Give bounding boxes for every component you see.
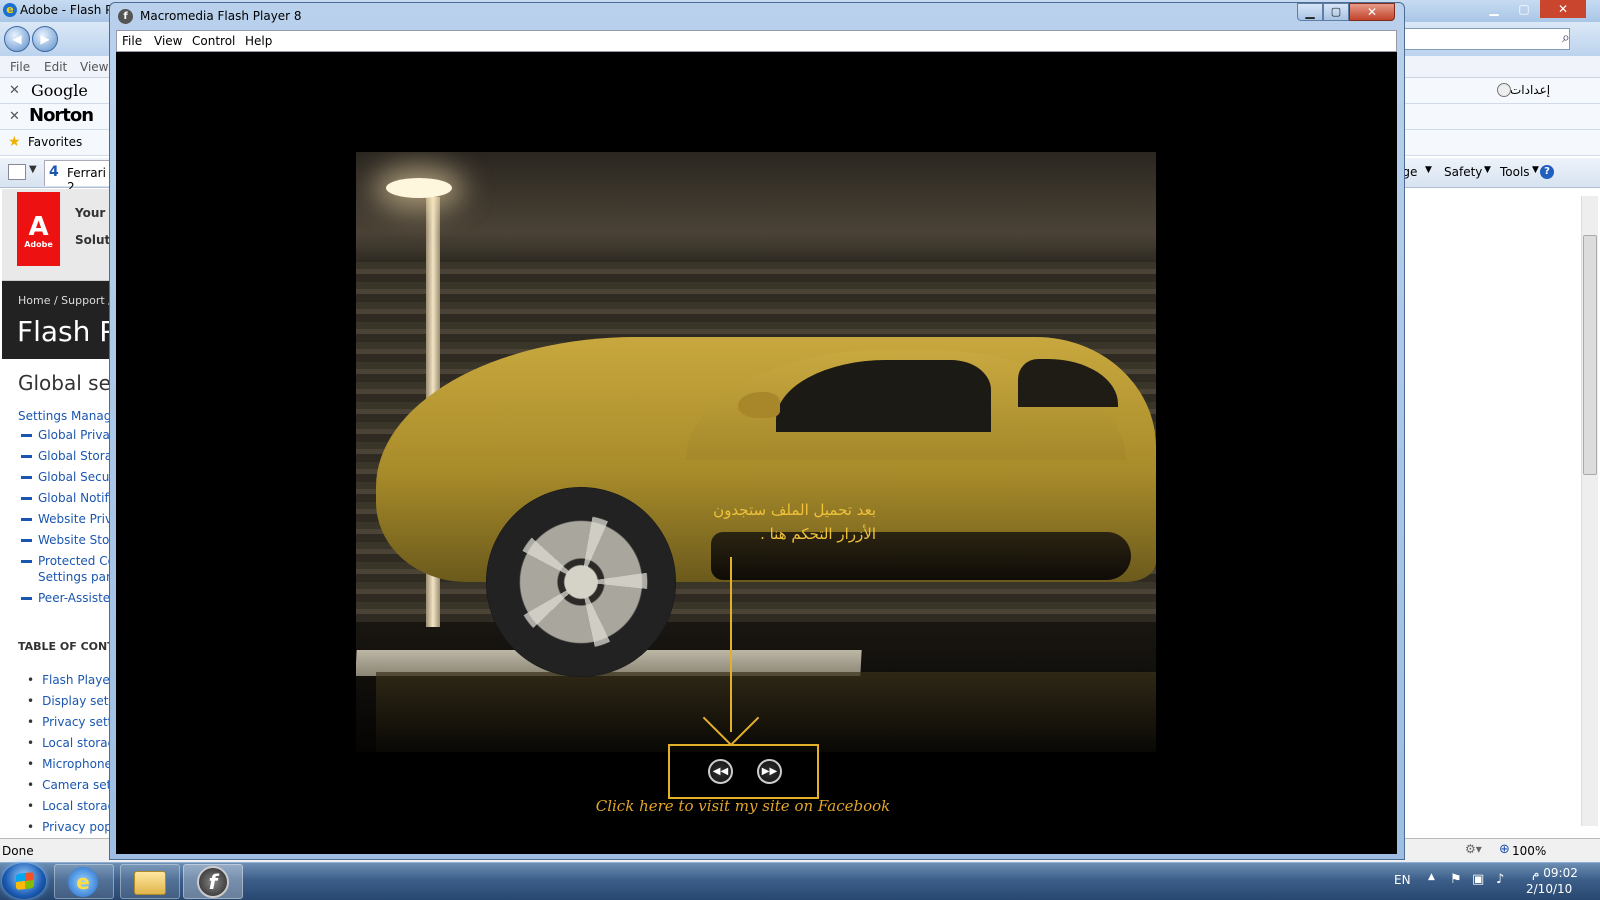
flash-menu-bar: File View Control Help bbox=[116, 30, 1397, 52]
clock-time[interactable]: 09:02 م bbox=[1532, 866, 1578, 880]
fast-forward-button[interactable]: ▶▶ bbox=[757, 759, 782, 784]
overlay-note: بعد تحميل الملف ستجدون الأزرار التحكم هن… bbox=[646, 498, 876, 546]
global-link-continued[interactable]: Settings pan bbox=[38, 570, 114, 584]
flash-window-title: Macromedia Flash Player 8 bbox=[140, 9, 302, 23]
global-link[interactable]: Website Priva bbox=[21, 512, 119, 526]
close-icon[interactable]: ✕ bbox=[9, 83, 20, 98]
global-link[interactable]: Global Privac bbox=[21, 428, 116, 442]
favorites-button[interactable]: Favorites bbox=[28, 135, 82, 149]
ie-close-button[interactable]: ✕ bbox=[1540, 0, 1586, 18]
flash-player-window: f Macromedia Flash Player 8 ▁ ▢ ✕ File V… bbox=[109, 2, 1405, 860]
page-title: Flash P bbox=[17, 315, 117, 348]
star-icon: ★ bbox=[8, 134, 21, 150]
flash-stage[interactable]: بعد تحميل الملف ستجدون الأزرار التحكم هن… bbox=[116, 52, 1397, 854]
ie-menu-edit[interactable]: Edit bbox=[44, 60, 67, 74]
help-icon[interactable]: ? bbox=[1540, 165, 1554, 179]
tools-menu[interactable]: Tools bbox=[1500, 165, 1530, 179]
menu-help[interactable]: Help bbox=[245, 34, 272, 48]
global-link[interactable]: Global Stora bbox=[21, 449, 112, 463]
rewind-button[interactable]: ◀◀ bbox=[708, 759, 733, 784]
clock-date[interactable]: 2/10/10 bbox=[1526, 882, 1572, 896]
search-icon[interactable]: ⌕ bbox=[1562, 30, 1570, 46]
back-button[interactable]: ◀ bbox=[4, 26, 30, 52]
maximize-button[interactable]: ▢ bbox=[1323, 3, 1349, 21]
show-hidden-icons[interactable]: ▲ bbox=[1428, 872, 1435, 882]
toc-link[interactable]: Microphone bbox=[27, 757, 112, 771]
settings-label[interactable]: إعدادات bbox=[1510, 83, 1550, 97]
menu-file[interactable]: File bbox=[122, 34, 142, 48]
overlay-line-2: الأزرار التحكم هنا . bbox=[760, 525, 876, 543]
minimize-button[interactable]: ▁ bbox=[1297, 3, 1323, 21]
lamp-light bbox=[386, 178, 452, 198]
windows-logo-icon bbox=[16, 872, 34, 890]
forward-button[interactable]: ▶ bbox=[32, 26, 58, 52]
ie-scroll-thumb[interactable] bbox=[1583, 235, 1597, 475]
close-button[interactable]: ✕ bbox=[1349, 3, 1395, 21]
status-text: Done bbox=[2, 844, 34, 858]
toc-link[interactable]: Local storag bbox=[27, 799, 115, 813]
network-icon[interactable]: ▣ bbox=[1472, 872, 1484, 887]
global-link[interactable]: Protected Co bbox=[21, 554, 115, 568]
ie-title: Adobe - Flash P bbox=[20, 3, 113, 17]
facebook-link[interactable]: Click here to visit my site on Facebook bbox=[513, 797, 973, 815]
global-link[interactable]: Global Secu bbox=[21, 470, 109, 484]
wheel-spokes bbox=[506, 507, 656, 657]
ie-minimize-button[interactable]: ▁ bbox=[1480, 0, 1508, 18]
internet-explorer-icon: e bbox=[68, 867, 98, 897]
folder-icon bbox=[134, 871, 166, 895]
chevron-down-icon: ▼ bbox=[1425, 165, 1432, 175]
quick-tabs-icon[interactable] bbox=[8, 164, 26, 180]
chevron-down-icon: ▼ bbox=[1484, 165, 1491, 175]
chevron-down-icon: ▼ bbox=[1532, 165, 1539, 175]
flash-app-icon: f bbox=[118, 9, 133, 24]
flag-icon[interactable]: ⚑ bbox=[1450, 872, 1462, 887]
tab-ferrari[interactable]: 4 Ferrari 2 bbox=[44, 160, 114, 194]
global-link[interactable]: Global Notifi bbox=[21, 491, 112, 505]
global-link[interactable]: Website Stor bbox=[21, 533, 114, 547]
section-title: Global sec bbox=[18, 371, 122, 395]
adobe-logo[interactable]: A Adobe bbox=[17, 192, 60, 266]
overlay-line-1: بعد تحميل الملف ستجدون bbox=[713, 501, 876, 519]
safety-menu[interactable]: Safety bbox=[1444, 165, 1482, 179]
chevron-down-icon[interactable]: ▼ bbox=[29, 164, 37, 175]
toc-link[interactable]: Display setti bbox=[27, 694, 116, 708]
settings-radio-icon[interactable] bbox=[1497, 83, 1511, 97]
settings-manager-link[interactable]: Settings Manage bbox=[18, 409, 119, 423]
hills bbox=[356, 232, 1156, 262]
language-indicator[interactable]: EN bbox=[1394, 873, 1411, 887]
ie-icon: e bbox=[3, 3, 17, 17]
car-reflection bbox=[376, 672, 1156, 752]
global-link[interactable]: Peer-Assiste bbox=[21, 591, 110, 605]
flash-player-icon: f bbox=[197, 866, 229, 898]
protected-mode-icon[interactable]: ⚙▾ bbox=[1465, 842, 1482, 856]
google-logo: Google bbox=[31, 81, 88, 100]
ie-maximize-button[interactable]: ▢ bbox=[1510, 0, 1538, 18]
car-scene-image: بعد تحميل الملف ستجدون الأزرار التحكم هن… bbox=[356, 152, 1156, 752]
tab-icon: 4 bbox=[49, 164, 59, 180]
toc-link[interactable]: Flash Player bbox=[27, 673, 115, 687]
controls-highlight-box bbox=[668, 744, 819, 799]
zoom-level[interactable]: 100% bbox=[1512, 844, 1546, 858]
zoom-icon: ⊕ bbox=[1499, 842, 1510, 857]
toc-link[interactable]: Privacy pop- bbox=[27, 820, 116, 834]
volume-icon[interactable]: ♪ bbox=[1496, 872, 1504, 887]
ie-menu-view[interactable]: View bbox=[80, 60, 108, 74]
breadcrumb[interactable]: Home / Support / bbox=[18, 294, 112, 307]
car-mirror bbox=[738, 392, 780, 418]
toc-link[interactable]: Local storag bbox=[27, 736, 115, 750]
menu-view[interactable]: View bbox=[154, 34, 182, 48]
norton-logo: Norton bbox=[29, 105, 94, 126]
toc-link[interactable]: Camera sett bbox=[27, 778, 116, 792]
close-icon[interactable]: ✕ bbox=[9, 109, 20, 124]
toc-title: TABLE OF CONTE bbox=[18, 640, 123, 653]
menu-control[interactable]: Control bbox=[192, 34, 235, 48]
ie-menu-file[interactable]: File bbox=[10, 60, 30, 74]
